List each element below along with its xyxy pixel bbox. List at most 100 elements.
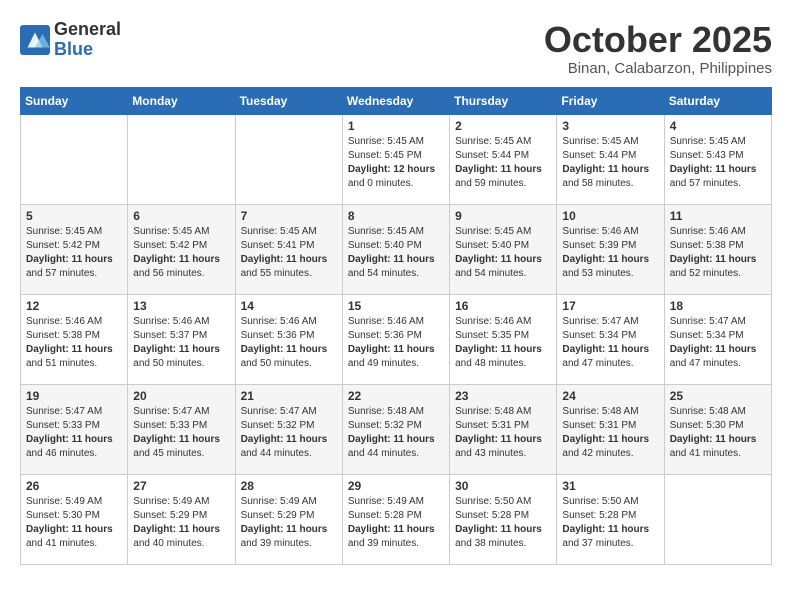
- page-header: General Blue October 2025 Binan, Calabar…: [20, 20, 772, 77]
- day-number: 17: [562, 299, 658, 313]
- calendar-cell: 15Sunrise: 5:46 AMSunset: 5:36 PMDayligh…: [342, 294, 449, 384]
- calendar-cell: 29 Sunrise: 5:49 AMSunset: 5:28 PMDayligh…: [342, 474, 449, 564]
- calendar-cell: 2 Sunrise: 5:45 AMSunset: 5:44 PMDaylight…: [450, 114, 557, 204]
- cell-content: Sunrise: 5:48 AMSunset: 5:30 PMDaylight:…: [670, 405, 766, 461]
- day-number: 8: [348, 209, 444, 223]
- day-number: 14: [241, 299, 337, 313]
- title-block: October 2025 Binan, Calabarzon, Philippi…: [544, 20, 772, 77]
- day-number: 26: [26, 479, 122, 493]
- calendar-cell: 4 Sunrise: 5:45 AMSunset: 5:43 PMDaylight…: [664, 114, 771, 204]
- cell-content: Sunrise: 5:46 AMSunset: 5:39 PMDaylight:…: [562, 225, 658, 281]
- cell-content: Sunrise: 5:46 AMSunset: 5:36 PMDaylight:…: [348, 315, 444, 371]
- month-title: October 2025: [544, 20, 772, 60]
- cell-content: Sunrise: 5:46 AMSunset: 5:36 PMDaylight:…: [241, 315, 337, 371]
- day-number: 20: [133, 389, 229, 403]
- day-number: 21: [241, 389, 337, 403]
- calendar-cell: 6 Sunrise: 5:45 AMSunset: 5:42 PMDaylight…: [128, 204, 235, 294]
- day-number: 11: [670, 209, 766, 223]
- calendar-cell: [21, 114, 128, 204]
- cell-content: Sunrise: 5:46 AMSunset: 5:35 PMDaylight:…: [455, 315, 551, 371]
- week-row-5: 26 Sunrise: 5:49 AMSunset: 5:30 PMDayligh…: [21, 474, 772, 564]
- day-number: 27: [133, 479, 229, 493]
- calendar-cell: 17 Sunrise: 5:47 AMSunset: 5:34 PMDayligh…: [557, 294, 664, 384]
- calendar-cell: 31Sunrise: 5:50 AMSunset: 5:28 PMDayligh…: [557, 474, 664, 564]
- cell-content: Sunrise: 5:45 AMSunset: 5:40 PMDaylight:…: [455, 225, 551, 281]
- day-header-saturday: Saturday: [664, 87, 771, 114]
- calendar-table: SundayMondayTuesdayWednesdayThursdayFrid…: [20, 87, 772, 565]
- calendar-cell: [235, 114, 342, 204]
- day-number: 31: [562, 479, 658, 493]
- calendar-cell: 21 Sunrise: 5:47 AMSunset: 5:32 PMDayligh…: [235, 384, 342, 474]
- cell-content: Sunrise: 5:49 AMSunset: 5:30 PMDaylight:…: [26, 495, 122, 551]
- day-number: 9: [455, 209, 551, 223]
- day-number: 16: [455, 299, 551, 313]
- calendar-cell: 11 Sunrise: 5:46 AMSunset: 5:38 PMDayligh…: [664, 204, 771, 294]
- cell-content: Sunrise: 5:50 AMSunset: 5:28 PMDaylight:…: [455, 495, 551, 551]
- calendar-cell: [664, 474, 771, 564]
- day-header-monday: Monday: [128, 87, 235, 114]
- cell-content: Sunrise: 5:45 AMSunset: 5:44 PMDaylight:…: [455, 135, 551, 191]
- calendar-cell: 9 Sunrise: 5:45 AMSunset: 5:40 PMDaylight…: [450, 204, 557, 294]
- day-number: 19: [26, 389, 122, 403]
- calendar-cell: 26 Sunrise: 5:49 AMSunset: 5:30 PMDayligh…: [21, 474, 128, 564]
- cell-content: Sunrise: 5:49 AMSunset: 5:28 PMDaylight:…: [348, 495, 444, 551]
- day-number: 5: [26, 209, 122, 223]
- week-row-2: 5 Sunrise: 5:45 AMSunset: 5:42 PMDaylight…: [21, 204, 772, 294]
- day-header-thursday: Thursday: [450, 87, 557, 114]
- day-number: 25: [670, 389, 766, 403]
- week-row-3: 12 Sunrise: 5:46 AMSunset: 5:38 PMDayligh…: [21, 294, 772, 384]
- calendar-cell: 5 Sunrise: 5:45 AMSunset: 5:42 PMDaylight…: [21, 204, 128, 294]
- day-number: 29: [348, 479, 444, 493]
- calendar-cell: 30 Sunrise: 5:50 AMSunset: 5:28 PMDayligh…: [450, 474, 557, 564]
- calendar-cell: 1Sunrise: 5:45 AMSunset: 5:45 PMDaylight…: [342, 114, 449, 204]
- day-number: 4: [670, 119, 766, 133]
- cell-content: Sunrise: 5:48 AMSunset: 5:32 PMDaylight:…: [348, 405, 444, 461]
- cell-content: Sunrise: 5:49 AMSunset: 5:29 PMDaylight:…: [241, 495, 337, 551]
- week-row-1: 1Sunrise: 5:45 AMSunset: 5:45 PMDaylight…: [21, 114, 772, 204]
- day-number: 1: [348, 119, 444, 133]
- logo-general-text: General: [54, 20, 121, 40]
- calendar-cell: 19Sunrise: 5:47 AMSunset: 5:33 PMDayligh…: [21, 384, 128, 474]
- day-number: 6: [133, 209, 229, 223]
- cell-content: Sunrise: 5:47 AMSunset: 5:32 PMDaylight:…: [241, 405, 337, 461]
- calendar-cell: 18Sunrise: 5:47 AMSunset: 5:34 PMDayligh…: [664, 294, 771, 384]
- cell-content: Sunrise: 5:48 AMSunset: 5:31 PMDaylight:…: [562, 405, 658, 461]
- cell-content: Sunrise: 5:47 AMSunset: 5:33 PMDaylight:…: [133, 405, 229, 461]
- cell-content: Sunrise: 5:45 AMSunset: 5:41 PMDaylight:…: [241, 225, 337, 281]
- logo-icon: [20, 25, 50, 55]
- calendar-cell: 7 Sunrise: 5:45 AMSunset: 5:41 PMDaylight…: [235, 204, 342, 294]
- cell-content: Sunrise: 5:46 AMSunset: 5:38 PMDaylight:…: [670, 225, 766, 281]
- calendar-cell: 13Sunrise: 5:46 AMSunset: 5:37 PMDayligh…: [128, 294, 235, 384]
- calendar-cell: 27 Sunrise: 5:49 AMSunset: 5:29 PMDayligh…: [128, 474, 235, 564]
- day-number: 18: [670, 299, 766, 313]
- cell-content: Sunrise: 5:46 AMSunset: 5:37 PMDaylight:…: [133, 315, 229, 371]
- day-number: 3: [562, 119, 658, 133]
- cell-content: Sunrise: 5:47 AMSunset: 5:34 PMDaylight:…: [562, 315, 658, 371]
- day-header-friday: Friday: [557, 87, 664, 114]
- day-number: 28: [241, 479, 337, 493]
- logo-blue-text: Blue: [54, 40, 121, 60]
- day-number: 23: [455, 389, 551, 403]
- cell-content: Sunrise: 5:45 AMSunset: 5:42 PMDaylight:…: [133, 225, 229, 281]
- day-header-tuesday: Tuesday: [235, 87, 342, 114]
- cell-content: Sunrise: 5:45 AMSunset: 5:42 PMDaylight:…: [26, 225, 122, 281]
- calendar-cell: [128, 114, 235, 204]
- day-number: 22: [348, 389, 444, 403]
- day-number: 30: [455, 479, 551, 493]
- cell-content: Sunrise: 5:49 AMSunset: 5:29 PMDaylight:…: [133, 495, 229, 551]
- calendar-cell: 14 Sunrise: 5:46 AMSunset: 5:36 PMDayligh…: [235, 294, 342, 384]
- cell-content: Sunrise: 5:48 AMSunset: 5:31 PMDaylight:…: [455, 405, 551, 461]
- day-number: 2: [455, 119, 551, 133]
- calendar-cell: 23 Sunrise: 5:48 AMSunset: 5:31 PMDayligh…: [450, 384, 557, 474]
- day-number: 12: [26, 299, 122, 313]
- day-header-wednesday: Wednesday: [342, 87, 449, 114]
- day-number: 24: [562, 389, 658, 403]
- week-row-4: 19 Sunrise: 5:47 AMSunset: 5:33 PMDayligh…: [21, 384, 772, 474]
- cell-content: Sunrise: 5:45 AMSunset: 5:43 PMDaylight:…: [670, 135, 766, 191]
- cell-content: Sunrise: 5:45 AMSunset: 5:40 PMDaylight:…: [348, 225, 444, 281]
- cell-content: Sunrise: 5:46 AMSunset: 5:38 PMDaylight:…: [26, 315, 122, 371]
- calendar-cell: 25 Sunrise: 5:48 AMSunset: 5:30 PMDayligh…: [664, 384, 771, 474]
- day-number: 7: [241, 209, 337, 223]
- cell-content: Sunrise: 5:45 AMSunset: 5:44 PMDaylight:…: [562, 135, 658, 191]
- day-header-sunday: Sunday: [21, 87, 128, 114]
